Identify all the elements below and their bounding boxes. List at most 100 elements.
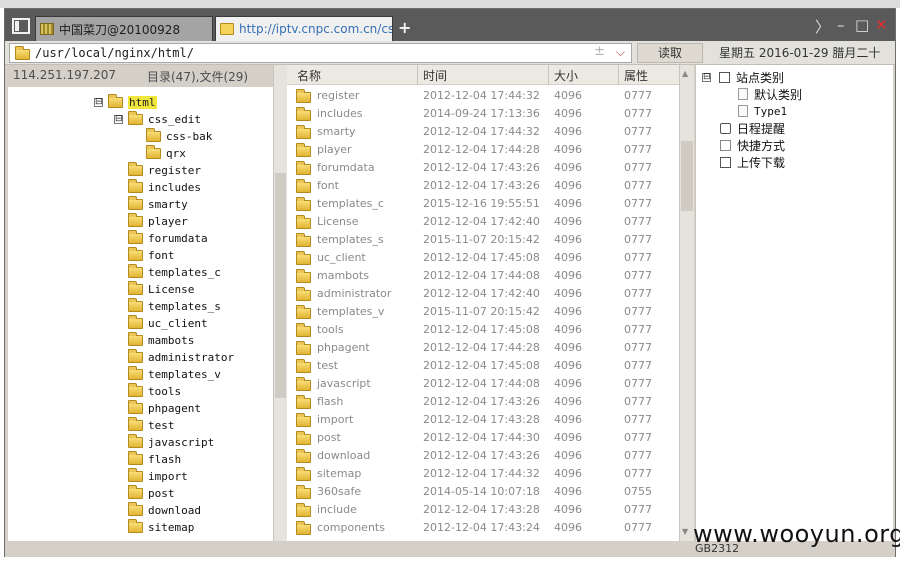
cell-name: font [317,179,339,192]
checkbox-icon[interactable] [719,71,730,83]
table-row[interactable]: phpagent 2012-12-04 17:44:28 4096 0777 [287,339,679,357]
cell-size: 4096 [554,125,582,138]
tab-caidao[interactable]: 中国菜刀@20100928 [35,16,213,41]
tree-item[interactable]: javascript [128,434,214,451]
category-default[interactable]: 默认类别 [738,86,802,102]
column-divider[interactable] [548,65,549,85]
column-size[interactable]: 大小 [554,67,578,84]
column-time[interactable]: 时间 [423,67,447,84]
scroll-down-icon[interactable]: ▼ [682,527,688,536]
site-category-node[interactable]: ⊟ 站点类别 [702,69,784,85]
read-button[interactable]: 读取 [637,43,703,63]
tree-item[interactable]: mambots [128,332,194,349]
chevron-down-icon[interactable]: ⌵ [616,45,625,60]
tree-item[interactable]: includes [128,179,201,196]
column-attr[interactable]: 属性 [624,67,648,84]
forward-icon[interactable]: 〉 [815,16,830,37]
close-button[interactable]: ✕ [875,16,888,34]
table-row[interactable]: uc_client 2012-12-04 17:45:08 4096 0777 [287,249,679,267]
tree-item[interactable]: sitemap [128,519,194,536]
table-row[interactable]: tools 2012-12-04 17:45:08 4096 0777 [287,321,679,339]
file-scrollbar[interactable]: ▲ ▼ [679,65,694,541]
table-row[interactable]: post 2012-12-04 17:44:30 4096 0777 [287,429,679,447]
schedule-node[interactable]: 日程提醒 [720,120,785,136]
table-row[interactable]: administrator 2012-12-04 17:42:40 4096 0777 [287,285,679,303]
tree-item[interactable]: templates_v [128,366,221,383]
tree-item[interactable]: administrator [128,349,234,366]
scroll-thumb[interactable] [275,173,286,398]
column-divider[interactable] [618,65,619,85]
cell-size: 4096 [554,431,582,444]
table-row[interactable]: 360safe 2014-05-14 10:07:18 4096 0755 [287,483,679,501]
table-row[interactable]: sitemap 2012-12-04 17:44:32 4096 0777 [287,465,679,483]
tree-item[interactable]: uc_client [128,315,208,332]
tab-site[interactable]: http://iptv.cnpc.com.cn/css_... [215,16,393,41]
table-row[interactable]: font 2012-12-04 17:43:26 4096 0777 [287,177,679,195]
table-row[interactable]: templates_v 2015-11-07 20:15:42 4096 0777 [287,303,679,321]
tree-item[interactable]: post [128,485,175,502]
folder-icon [296,197,311,211]
table-row[interactable]: includes 2014-09-24 17:13:36 4096 0777 [287,105,679,123]
table-row[interactable]: components 2012-12-04 17:43:24 4096 0777 [287,519,679,537]
cell-size: 4096 [554,143,582,156]
table-row[interactable]: License 2012-12-04 17:42:40 4096 0777 [287,213,679,231]
collapse-icon[interactable]: ⊟ [94,98,103,107]
column-name[interactable]: 名称 [297,67,321,84]
table-row[interactable]: forumdata 2012-12-04 17:43:26 4096 0777 [287,159,679,177]
tree-item[interactable]: download [128,502,201,519]
column-divider[interactable] [417,65,418,85]
minimize-button[interactable]: – [837,16,845,34]
folder-icon [296,431,311,445]
scroll-thumb[interactable] [681,141,693,211]
tree-item[interactable]: player [128,213,188,230]
table-row[interactable]: templates_s 2015-11-07 20:15:42 4096 0777 [287,231,679,249]
folder-icon [128,230,143,244]
tree-item[interactable]: css_edit [128,111,201,128]
shortcuts-node[interactable]: 快捷方式 [720,137,785,153]
collapse-icon[interactable]: ⊟ [702,72,711,82]
tree-item[interactable]: smarty [128,196,188,213]
table-row[interactable]: test 2012-12-04 17:45:08 4096 0777 [287,357,679,375]
app-icon[interactable] [12,18,30,34]
table-row[interactable]: mambots 2012-12-04 17:44:08 4096 0777 [287,267,679,285]
tree-scrollbar[interactable] [273,65,287,541]
tree-item[interactable]: forumdata [128,230,208,247]
cell-size: 4096 [554,341,582,354]
tree-item-label: mambots [148,334,195,347]
tree-item[interactable]: register [128,162,201,179]
path-input[interactable]: /usr/local/nginx/html/ ± ⌵ [9,43,632,63]
scroll-up-icon[interactable]: ▲ [682,69,688,78]
tree-item[interactable]: font [128,247,175,264]
tree-item[interactable]: css-bak [146,128,212,145]
table-row[interactable]: smarty 2012-12-04 17:44:32 4096 0777 [287,123,679,141]
table-row[interactable]: include 2012-12-04 17:43:28 4096 0777 [287,501,679,519]
folder-icon [296,287,311,301]
tree-item[interactable]: License [128,281,194,298]
plus-minus-icon[interactable]: ± [594,44,605,59]
cell-size: 4096 [554,323,582,336]
info-bar: 114.251.197.207 目录(47),文件(29) [5,65,273,87]
cell-time: 2012-12-04 17:44:28 [423,341,540,354]
tree-item[interactable]: html [108,94,157,111]
maximize-button[interactable]: □ [855,16,869,34]
tree-item[interactable]: test [128,417,175,434]
upload-download-node[interactable]: 上传下载 [720,154,785,170]
tree-item[interactable]: flash [128,451,181,468]
cell-time: 2015-11-07 20:15:42 [423,305,540,318]
table-row[interactable]: import 2012-12-04 17:43:28 4096 0777 [287,411,679,429]
table-row[interactable]: templates_c 2015-12-16 19:55:51 4096 0777 [287,195,679,213]
tree-item[interactable]: templates_c [128,264,221,281]
tree-item[interactable]: tools [128,383,181,400]
collapse-icon[interactable]: ⊟ [114,115,123,124]
tree-item[interactable]: templates_s [128,298,221,315]
category-type1[interactable]: Type1 [738,103,787,119]
tree-item[interactable]: phpagent [128,400,201,417]
table-row[interactable]: download 2012-12-04 17:43:26 4096 0777 [287,447,679,465]
tree-item[interactable]: qrx [146,145,186,162]
table-row[interactable]: flash 2012-12-04 17:43:26 4096 0777 [287,393,679,411]
table-row[interactable]: javascript 2012-12-04 17:44:08 4096 0777 [287,375,679,393]
new-tab-button[interactable]: + [398,18,411,37]
tree-item[interactable]: import [128,468,188,485]
table-row[interactable]: player 2012-12-04 17:44:28 4096 0777 [287,141,679,159]
table-row[interactable]: register 2012-12-04 17:44:32 4096 0777 [287,87,679,105]
